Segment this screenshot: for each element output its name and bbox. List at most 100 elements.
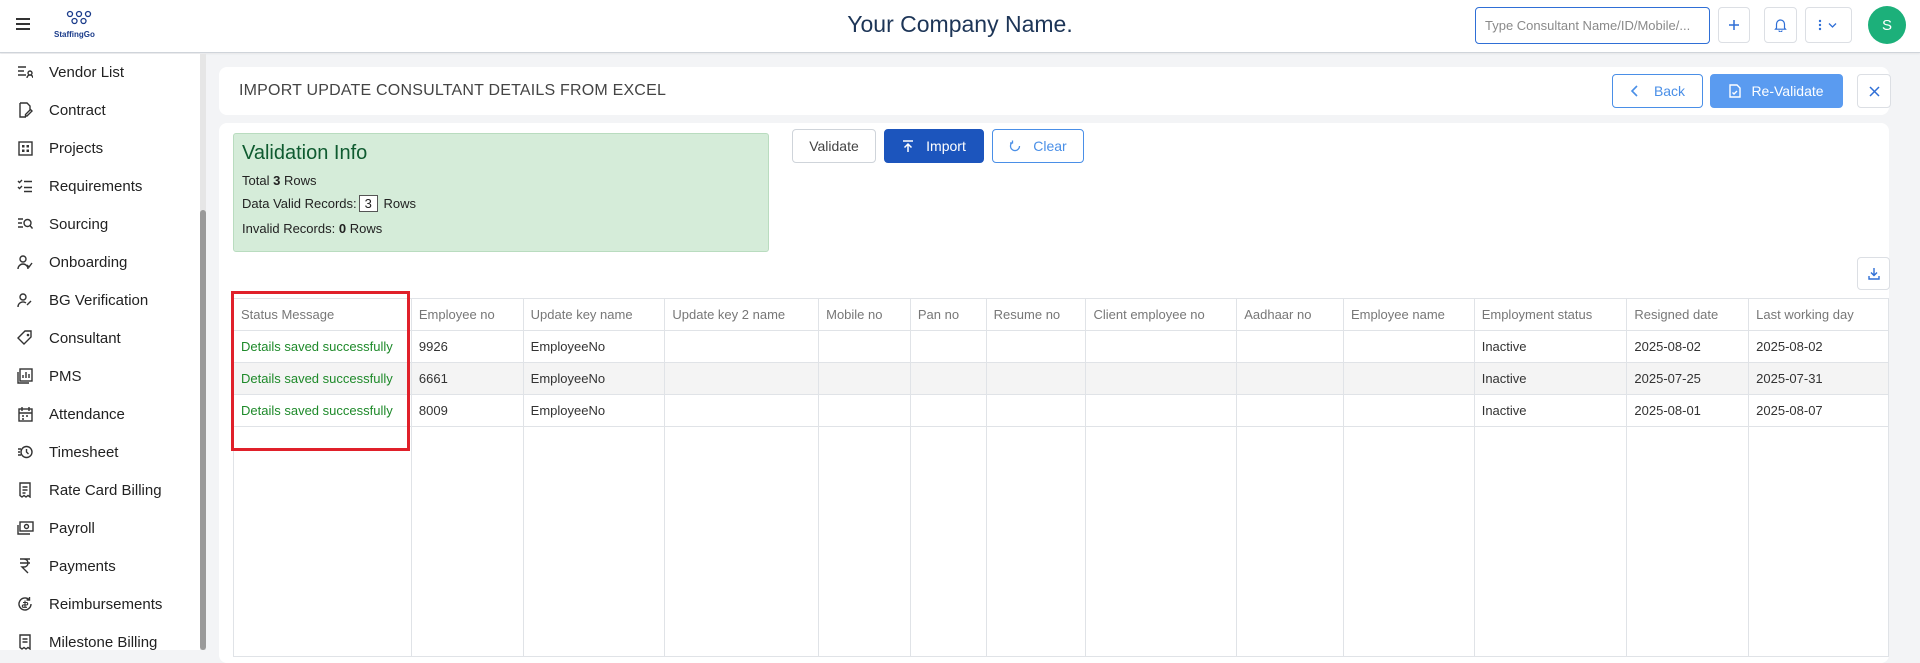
employee-no-cell: 6661 xyxy=(410,362,524,395)
sidebar-item-pms[interactable]: PMS xyxy=(0,358,200,394)
sidebar-scrollbar-thumb[interactable] xyxy=(200,210,206,650)
employment-status-cell: Inactive xyxy=(1473,330,1628,363)
last-working-day-cell: 2025-07-31 xyxy=(1748,362,1889,395)
close-button[interactable] xyxy=(1857,74,1891,108)
total-count: 3 xyxy=(273,173,281,188)
col-employee-name[interactable]: Employee name xyxy=(1342,298,1475,331)
sidebar-item-label: Projects xyxy=(49,139,104,157)
sidebar-item-label: Timesheet xyxy=(49,443,119,461)
col-client-employee-no[interactable]: Client employee no xyxy=(1085,298,1238,331)
sidebar-item-payroll[interactable]: Payroll xyxy=(0,510,200,546)
update-key-name-cell: EmployeeNo xyxy=(522,330,666,363)
table-row[interactable]: Details saved successfully 6661 Employee… xyxy=(233,362,1889,395)
sidebar-item-rate-card-billing[interactable]: Rate Card Billing xyxy=(0,472,200,508)
sidebar-item-payments[interactable]: Payments xyxy=(0,548,200,584)
valid-count: 3 xyxy=(358,195,378,212)
chevron-left-icon xyxy=(1630,85,1638,97)
sidebar-item-label: Rate Card Billing xyxy=(49,481,162,499)
employee-name-cell xyxy=(1342,330,1475,363)
col-update-key-2-name[interactable]: Update key 2 name xyxy=(664,298,820,331)
table-row[interactable]: Details saved successfully 8009 Employee… xyxy=(233,394,1889,427)
sidebar-item-requirements[interactable]: Requirements xyxy=(0,168,200,204)
sidebar-item-attendance[interactable]: Attendance xyxy=(0,396,200,432)
back-button[interactable]: Back xyxy=(1612,74,1703,108)
validate-button[interactable]: Validate xyxy=(792,129,876,163)
sidebar-item-label: Attendance xyxy=(49,405,125,423)
resigned-date-cell: 2025-07-25 xyxy=(1626,362,1750,395)
download-button[interactable] xyxy=(1857,257,1890,290)
validation-invalid-line: Invalid Records: 0 Rows xyxy=(242,221,382,236)
attendance-icon xyxy=(16,405,34,423)
sidebar-item-label: Vendor List xyxy=(49,63,125,81)
sidebar-item-onboarding[interactable]: Onboarding xyxy=(0,244,200,280)
sidebar-item-consultant[interactable]: Consultant xyxy=(0,320,200,356)
table-empty-area xyxy=(233,426,1889,657)
invalid-suffix: Rows xyxy=(349,221,383,236)
download-icon xyxy=(1867,268,1880,280)
invalid-prefix: Invalid Records: xyxy=(242,221,336,236)
consultant-icon xyxy=(16,329,34,347)
add-button[interactable] xyxy=(1718,7,1750,43)
sidebar-item-label: PMS xyxy=(49,367,82,385)
client-employee-no-cell xyxy=(1085,330,1238,363)
aadhaar-no-cell xyxy=(1236,362,1344,395)
milestone-icon xyxy=(16,633,34,650)
table-row[interactable]: Details saved successfully 9926 Employee… xyxy=(233,330,1889,363)
client-employee-no-cell xyxy=(1085,394,1238,427)
employee-no-cell: 9926 xyxy=(410,330,524,363)
sidebar-item-vendor-list[interactable]: Vendor List xyxy=(0,54,200,90)
sidebar-item-projects[interactable]: Projects xyxy=(0,130,200,166)
aadhaar-no-cell xyxy=(1236,330,1344,363)
rate-card-icon xyxy=(16,481,34,499)
col-mobile-no[interactable]: Mobile no xyxy=(818,298,911,331)
pms-icon xyxy=(16,367,34,385)
sidebar-item-contract[interactable]: Contract xyxy=(0,92,200,128)
revalidate-button[interactable]: Re-Validate xyxy=(1710,74,1843,108)
sourcing-icon xyxy=(16,215,34,233)
update-key-2-name-cell xyxy=(664,362,820,395)
consultant-search-input[interactable] xyxy=(1475,7,1710,44)
validation-info-title: Validation Info xyxy=(242,142,368,164)
col-resigned-date[interactable]: Resigned date xyxy=(1626,298,1750,331)
invalid-count: 0 xyxy=(338,221,347,236)
sidebar-item-sourcing[interactable]: Sourcing xyxy=(0,206,200,242)
sidebar-item-label: BG Verification xyxy=(49,291,149,309)
pan-no-cell xyxy=(909,362,987,395)
validation-info-box: Validation Info Total 3 Rows Data Valid … xyxy=(233,133,769,252)
results-table: Status Message Employee no Update key na… xyxy=(233,298,1889,657)
col-aadhaar-no[interactable]: Aadhaar no xyxy=(1236,298,1344,331)
mobile-no-cell xyxy=(818,362,911,395)
col-update-key-name[interactable]: Update key name xyxy=(522,298,666,331)
col-employee-no[interactable]: Employee no xyxy=(410,298,524,331)
sidebar-item-timesheet[interactable]: Timesheet xyxy=(0,434,200,470)
clear-label: Clear xyxy=(1033,138,1067,154)
avatar[interactable]: S xyxy=(1868,6,1906,44)
status-message-cell: Details saved successfully xyxy=(233,394,412,427)
clear-button[interactable]: Clear xyxy=(992,129,1084,163)
col-status-message[interactable]: Status Message xyxy=(233,298,412,331)
page-header: IMPORT UPDATE CONSULTANT DETAILS FROM EX… xyxy=(219,67,1891,115)
sidebar-item-reimbursements[interactable]: Reimbursements xyxy=(0,586,200,622)
update-key-name-cell: EmployeeNo xyxy=(522,394,666,427)
col-employment-status[interactable]: Employment status xyxy=(1473,298,1628,331)
col-pan-no[interactable]: Pan no xyxy=(909,298,987,331)
aadhaar-no-cell xyxy=(1236,394,1344,427)
pan-no-cell xyxy=(909,330,987,363)
sidebar-item-milestone-billing[interactable]: Milestone Billing xyxy=(0,624,200,650)
validation-total-line: Total 3 Rows xyxy=(242,173,316,188)
import-button[interactable]: Import xyxy=(884,129,984,163)
sidebar-item-bg-verification[interactable]: BG Verification xyxy=(0,282,200,318)
refresh-icon xyxy=(1010,140,1021,152)
col-resume-no[interactable]: Resume no xyxy=(985,298,1087,331)
upload-icon xyxy=(903,139,914,152)
timesheet-icon xyxy=(16,443,34,461)
valid-prefix: Data Valid Records: xyxy=(242,196,357,211)
sidebar-item-label: Payments xyxy=(49,557,116,575)
employment-status-cell: Inactive xyxy=(1473,394,1628,427)
notifications-button[interactable] xyxy=(1764,7,1797,43)
projects-icon xyxy=(16,139,34,157)
col-last-working-day[interactable]: Last working day xyxy=(1748,298,1889,331)
sidebar: Vendor List Contract Projects Requiremen… xyxy=(0,54,200,650)
back-label: Back xyxy=(1653,83,1686,99)
more-menu-button[interactable] xyxy=(1805,7,1852,43)
